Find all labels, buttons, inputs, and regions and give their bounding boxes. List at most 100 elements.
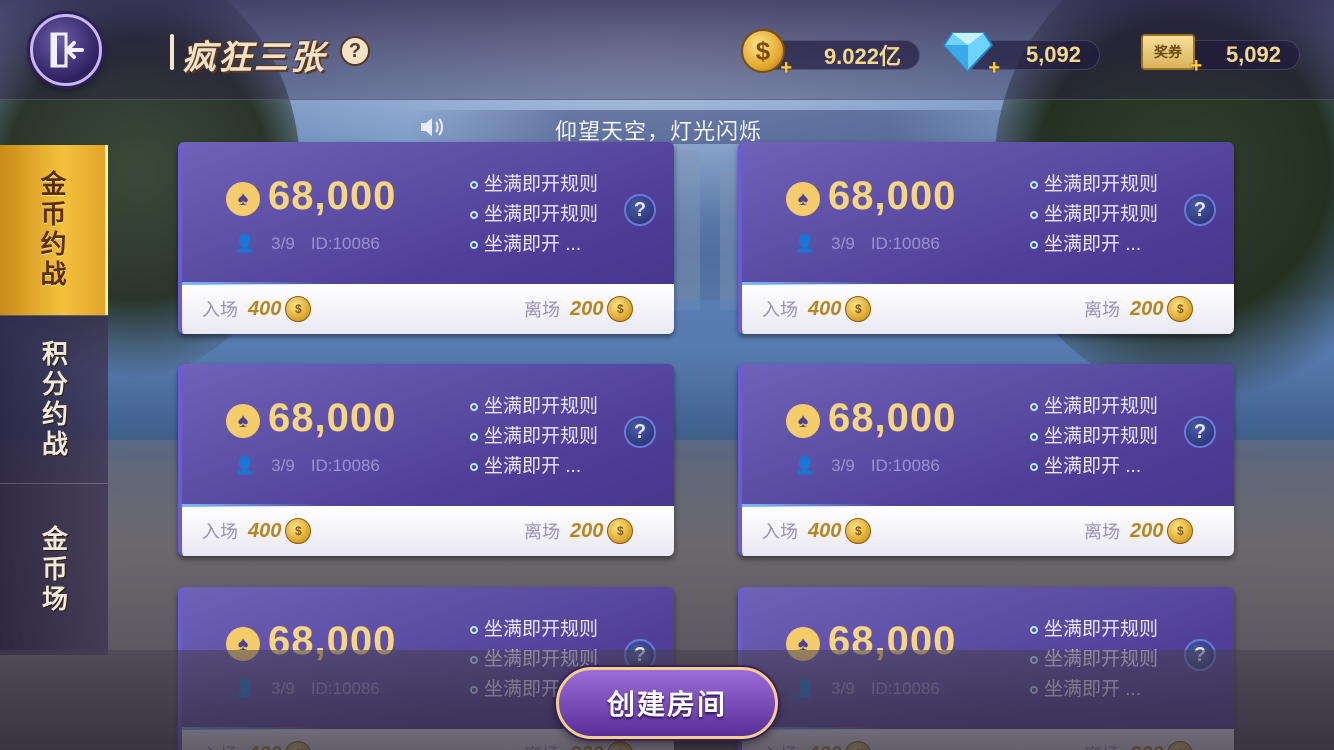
bullet-icon (1030, 181, 1038, 189)
diamond-add-button[interactable]: + (942, 28, 1000, 79)
room-rules: 坐满即开规则坐满即开规则坐满即开 ... (1030, 170, 1158, 260)
room-help-button[interactable]: ? (624, 194, 656, 226)
room-players: 3/9 (831, 456, 855, 475)
tab-gold-room[interactable]: 金币场 (0, 483, 108, 655)
bullet-icon (470, 241, 478, 249)
rule-item: 坐满即开 ... (470, 230, 598, 260)
plus-icon: + (780, 57, 792, 79)
top-bar: 疯狂三张 ? 9.022亿 $ + 5,092 + 5,092 奖券 + (0, 0, 1334, 100)
coin-icon: $ (845, 518, 872, 544)
exit-info: 离场200$ (1084, 296, 1194, 322)
sidebar: 金币约战 积分约战 金币场 (0, 145, 108, 655)
entry-value: 400 (248, 297, 282, 320)
rule-item: 坐满即开规则 (1030, 200, 1158, 230)
spade-icon: ♠ (226, 182, 260, 216)
coin-icon: $ (845, 296, 872, 322)
exit-value: 200 (1130, 519, 1164, 542)
exit-button[interactable] (30, 14, 102, 86)
bullet-icon (1030, 241, 1038, 249)
coin-icon: $ (285, 296, 312, 322)
bullet-icon (1030, 626, 1038, 634)
bullet-icon (470, 403, 478, 411)
entry-value: 400 (808, 519, 842, 542)
person-icon: 👤 (794, 456, 816, 475)
ticket-add-button[interactable]: 奖券 + (1140, 32, 1202, 77)
rule-item: 坐满即开 ... (1030, 230, 1158, 260)
coin-icon: $ (607, 296, 634, 322)
rule-item: 坐满即开规则 (1030, 392, 1158, 422)
room-amount: 68,000 (268, 174, 397, 218)
exit-info: 离场200$ (1084, 518, 1194, 544)
entry-value: 400 (248, 519, 282, 542)
rule-item: 坐满即开 ... (1030, 452, 1158, 482)
exit-info: 离场200$ (524, 518, 634, 544)
room-card-footer: 入场400$ 离场200$ (742, 282, 1234, 334)
room-help-button[interactable]: ? (1184, 416, 1216, 448)
rule-item: 坐满即开规则 (1030, 422, 1158, 452)
exit-door-icon (50, 32, 84, 68)
room-meta: 👤 3/9 ID:10086 (794, 456, 940, 476)
room-card[interactable]: ♠68,000 👤 3/9 ID:10086 坐满即开规则坐满即开规则坐满即开 ...?… (738, 142, 1234, 334)
room-rules: 坐满即开规则坐满即开规则坐满即开 ... (470, 392, 598, 482)
diamond-icon (942, 32, 994, 73)
rule-item: 坐满即开规则 (470, 170, 598, 200)
exit-value: 200 (1130, 297, 1164, 320)
coin-icon: $ (607, 518, 634, 544)
exit-info: 离场200$ (524, 296, 634, 322)
room-card[interactable]: ♠68,000 👤 3/9 ID:10086 坐满即开规则坐满即开规则坐满即开 ...?… (178, 142, 674, 334)
exit-value: 200 (570, 519, 604, 542)
rule-item: 坐满即开规则 (1030, 615, 1158, 645)
room-help-button[interactable]: ? (624, 416, 656, 448)
plus-icon: + (988, 57, 1000, 79)
bullet-icon (1030, 403, 1038, 411)
gold-add-button[interactable]: $ + (740, 28, 792, 79)
person-icon: 👤 (794, 234, 816, 253)
bullet-icon (1030, 463, 1038, 471)
room-meta: 👤 3/9 ID:10086 (794, 234, 940, 254)
room-card-body: ♠68,000 👤 3/9 ID:10086 坐满即开规则坐满即开规则坐满即开 ...? (742, 364, 1234, 506)
coin-icon: $ (1167, 518, 1194, 544)
ticket-icon: 奖券 (1141, 34, 1195, 70)
rule-item: 坐满即开规则 (470, 422, 598, 452)
entry-value: 400 (808, 297, 842, 320)
person-icon: 👤 (234, 234, 256, 253)
entry-info: 入场400$ (762, 296, 872, 322)
room-card[interactable]: ♠68,000 👤 3/9 ID:10086 坐满即开规则坐满即开规则坐满即开 ...?… (178, 364, 674, 556)
room-card-body: ♠68,000 👤 3/9 ID:10086 坐满即开规则坐满即开规则坐满即开 ...? (182, 142, 674, 284)
room-card-footer: 入场400$ 离场200$ (182, 504, 674, 556)
tab-points-match[interactable]: 积分约战 (0, 315, 108, 483)
coin-icon: $ (285, 518, 312, 544)
room-id: ID:10086 (870, 456, 940, 475)
game-title: 疯狂三张 (182, 39, 326, 77)
room-id: ID:10086 (310, 456, 380, 475)
room-id: ID:10086 (310, 234, 380, 253)
spade-icon: ♠ (786, 182, 820, 216)
room-rules: 坐满即开规则坐满即开规则坐满即开 ... (470, 170, 598, 260)
room-meta: 👤 3/9 ID:10086 (234, 234, 380, 254)
title-help-button[interactable]: ? (340, 36, 370, 66)
dollar-coin-icon: $ (741, 29, 785, 73)
tab-gold-match[interactable]: 金币约战 (0, 145, 108, 315)
exit-value: 200 (570, 297, 604, 320)
room-amount: 68,000 (828, 396, 957, 440)
bullet-icon (470, 463, 478, 471)
title-divider (170, 34, 174, 70)
spade-icon: ♠ (786, 404, 820, 438)
bullet-icon (470, 211, 478, 219)
room-help-button[interactable]: ? (1184, 194, 1216, 226)
entry-info: 入场400$ (762, 518, 872, 544)
room-card[interactable]: ♠68,000 👤 3/9 ID:10086 坐满即开规则坐满即开规则坐满即开 ...?… (738, 364, 1234, 556)
plus-icon: + (1190, 55, 1202, 77)
room-card-body: ♠68,000 👤 3/9 ID:10086 坐满即开规则坐满即开规则坐满即开 ...? (742, 142, 1234, 284)
person-icon: 👤 (234, 456, 256, 475)
room-rules: 坐满即开规则坐满即开规则坐满即开 ... (1030, 392, 1158, 482)
rule-item: 坐满即开规则 (1030, 170, 1158, 200)
bullet-icon (1030, 211, 1038, 219)
rule-item: 坐满即开规则 (470, 200, 598, 230)
create-room-button[interactable]: 创建房间 (556, 667, 778, 739)
room-amount: 68,000 (268, 396, 397, 440)
bullet-icon (470, 433, 478, 441)
entry-info: 入场400$ (202, 518, 312, 544)
bullet-icon (470, 181, 478, 189)
speaker-icon (418, 114, 444, 140)
